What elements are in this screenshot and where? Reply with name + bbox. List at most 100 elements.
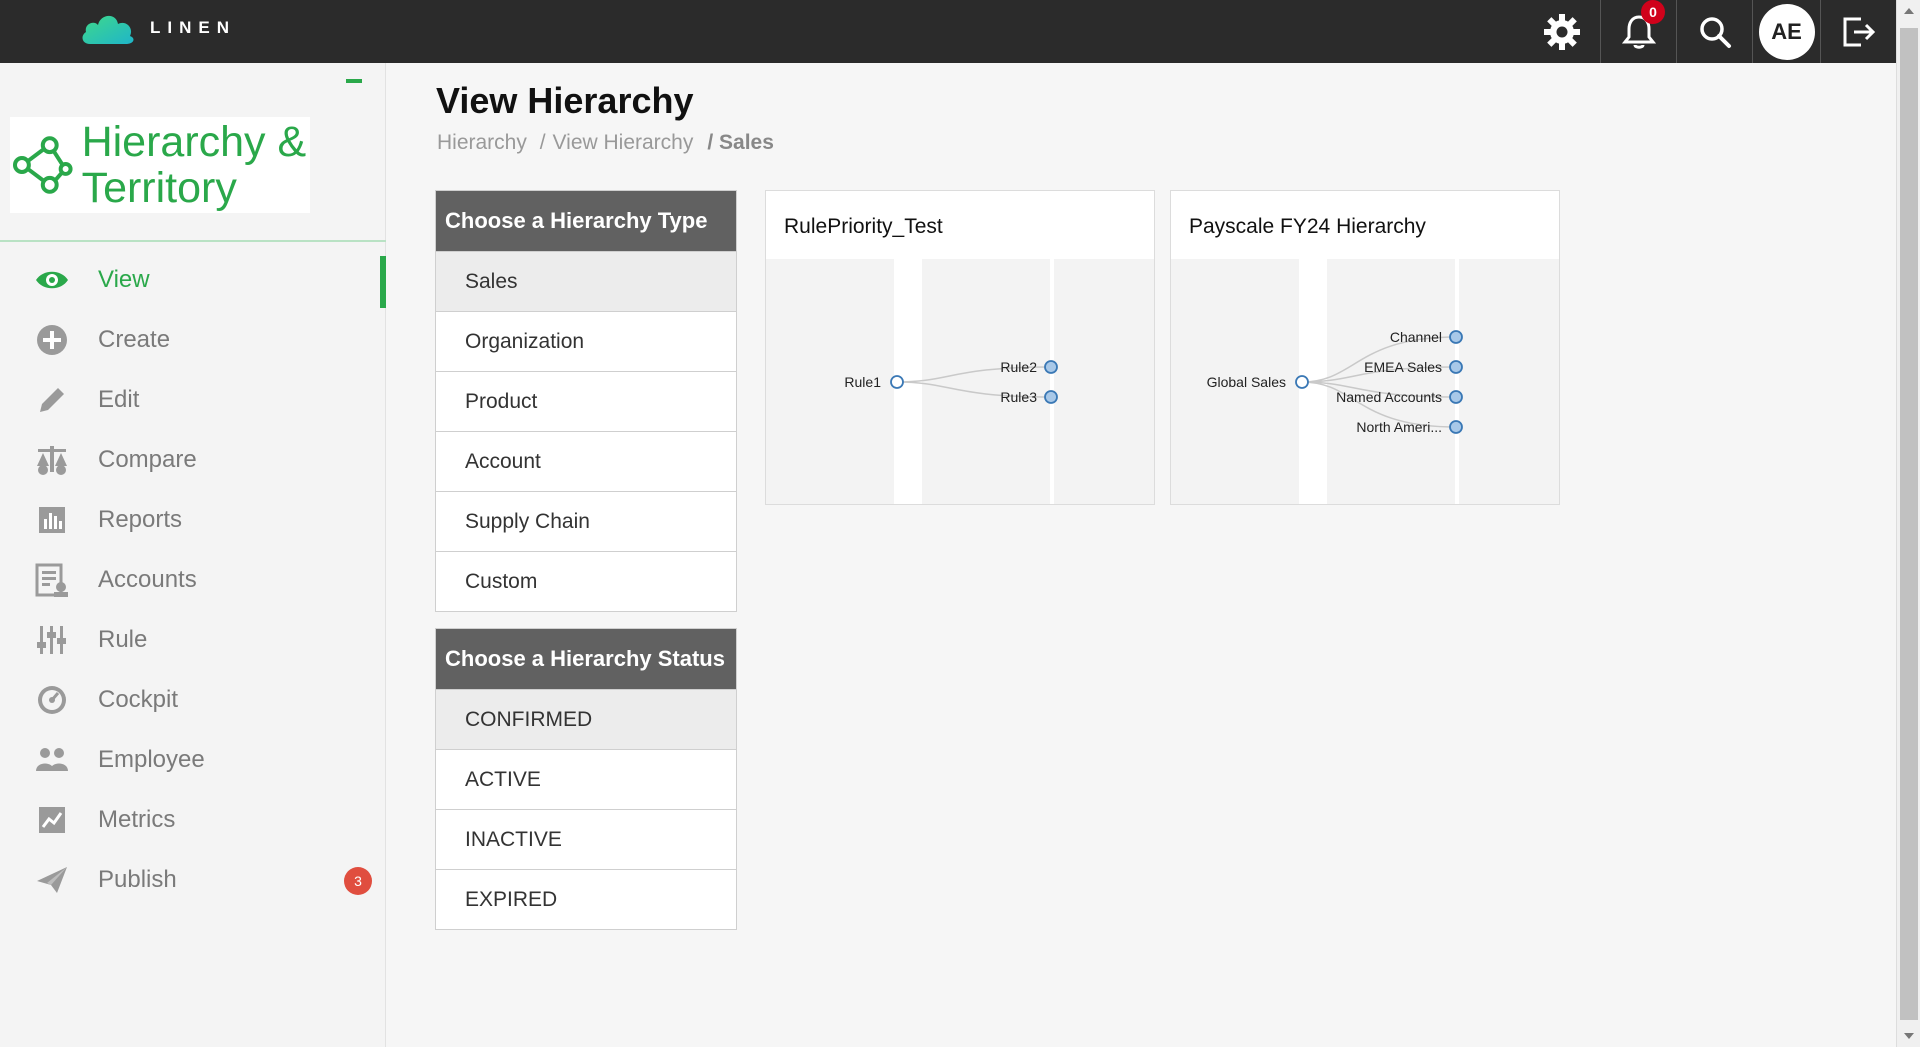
sidebar-item-label: Metrics bbox=[98, 806, 176, 833]
type-option-organization[interactable]: Organization bbox=[436, 311, 736, 371]
type-option-supply-chain[interactable]: Supply Chain bbox=[436, 491, 736, 551]
notification-count-badge: 0 bbox=[1641, 0, 1665, 24]
sidebar-nav: View Create Edit Compare Reports Account… bbox=[0, 250, 386, 910]
sidebar-item-label: Compare bbox=[98, 446, 197, 473]
logout-button[interactable] bbox=[1820, 0, 1896, 63]
gear-icon bbox=[1544, 13, 1580, 50]
app-logo[interactable]: LINEN bbox=[80, 10, 236, 46]
avatar: AE bbox=[1758, 3, 1815, 60]
sidebar-item-edit[interactable]: Edit bbox=[0, 370, 386, 430]
hierarchy-status-header: Choose a Hierarchy Status bbox=[436, 629, 736, 689]
tree-diagram: Global Sales Channel EMEA Sales Named Ac… bbox=[1207, 259, 1463, 504]
sidebar-item-metrics[interactable]: Metrics bbox=[0, 790, 386, 850]
pencil-icon bbox=[34, 382, 70, 418]
gauge-icon bbox=[34, 682, 70, 718]
hierarchy-status-panel: Choose a Hierarchy Status CONFIRMED ACTI… bbox=[435, 628, 737, 930]
tree-diagram: Rule1 Rule2 Rule3 bbox=[844, 259, 1058, 504]
sidebar-collapse-button[interactable] bbox=[346, 79, 362, 83]
sidebar-item-rule[interactable]: Rule bbox=[0, 610, 386, 670]
people-icon bbox=[34, 742, 70, 778]
sidebar-item-employee[interactable]: Employee bbox=[0, 730, 386, 790]
sidebar-item-view[interactable]: View bbox=[0, 250, 386, 310]
sidebar-item-label: Rule bbox=[98, 626, 148, 653]
search-button[interactable] bbox=[1676, 0, 1752, 63]
page-scrollbar[interactable] bbox=[1896, 0, 1920, 1047]
logout-icon bbox=[1843, 17, 1875, 46]
sidebar-item-accounts[interactable]: Accounts bbox=[0, 550, 386, 610]
breadcrumb-item-view-hierarchy[interactable]: View Hierarchy bbox=[553, 131, 701, 155]
paper-plane-icon bbox=[34, 862, 70, 898]
sidebar-item-reports[interactable]: Reports bbox=[0, 490, 386, 550]
type-option-custom[interactable]: Custom bbox=[436, 551, 736, 611]
tree-node-label: Rule3 bbox=[1000, 389, 1037, 405]
scales-icon bbox=[34, 442, 70, 478]
breadcrumb-item-hierarchy[interactable]: Hierarchy / bbox=[437, 131, 546, 155]
status-option-inactive[interactable]: INACTIVE bbox=[436, 809, 736, 869]
user-menu-button[interactable]: AE bbox=[1752, 0, 1820, 63]
tree-node-label: Named Accounts bbox=[1336, 389, 1442, 405]
sidebar-item-label: Edit bbox=[98, 386, 140, 413]
sidebar-item-label: Cockpit bbox=[98, 686, 179, 713]
scroll-down-arrow-icon[interactable] bbox=[1904, 1033, 1914, 1039]
tree-column-gap bbox=[1050, 259, 1054, 504]
eye-icon bbox=[34, 262, 70, 298]
sidebar-item-cockpit[interactable]: Cockpit bbox=[0, 670, 386, 730]
tree-leaf-node bbox=[1449, 420, 1463, 434]
hierarchy-type-panel: Choose a Hierarchy Type Sales Organizati… bbox=[435, 190, 737, 612]
search-icon bbox=[1699, 16, 1731, 48]
module-title: Hierarchy & Territory bbox=[81, 118, 307, 212]
tree-column-gap bbox=[1455, 259, 1459, 504]
tree-leaf-node bbox=[1449, 390, 1463, 404]
hierarchy-card[interactable]: Payscale FY24 Hierarchy Global Sales Cha… bbox=[1170, 190, 1560, 505]
plus-circle-icon bbox=[34, 322, 70, 358]
type-option-sales[interactable]: Sales bbox=[436, 251, 736, 311]
sidebar-item-label: Publish bbox=[98, 866, 177, 893]
sidebar-item-compare[interactable]: Compare bbox=[0, 430, 386, 490]
type-option-product[interactable]: Product bbox=[436, 371, 736, 431]
status-option-confirmed[interactable]: CONFIRMED bbox=[436, 689, 736, 749]
tree-leaf-node bbox=[1449, 360, 1463, 374]
tree-leaf-node bbox=[1044, 390, 1058, 404]
tree-root-node bbox=[1295, 375, 1309, 389]
sidebar-item-label: Accounts bbox=[98, 566, 197, 593]
logo-text: LINEN bbox=[150, 18, 236, 37]
top-bar: LINEN 0 AE bbox=[0, 0, 1896, 63]
sidebar-item-create[interactable]: Create bbox=[0, 310, 386, 370]
sidebar-divider bbox=[0, 240, 386, 242]
breadcrumb: Hierarchy / View Hierarchy / Sales bbox=[437, 131, 788, 155]
tree-leaf-node bbox=[1044, 360, 1058, 374]
tree-node-label: Channel bbox=[1390, 329, 1442, 345]
hierarchy-card-title: RulePriority_Test bbox=[784, 215, 943, 238]
tree-node-label: Rule2 bbox=[1000, 359, 1037, 375]
cloud-logo-icon bbox=[82, 15, 134, 44]
accounts-list-icon bbox=[34, 562, 70, 598]
settings-button[interactable] bbox=[1524, 0, 1600, 63]
hierarchy-type-header: Choose a Hierarchy Type bbox=[436, 191, 736, 251]
tree-node-label: North Ameri... bbox=[1356, 419, 1442, 435]
type-option-account[interactable]: Account bbox=[436, 431, 736, 491]
tree-node-label: Global Sales bbox=[1207, 374, 1286, 390]
sidebar-item-label: Employee bbox=[98, 746, 205, 773]
scroll-thumb[interactable] bbox=[1900, 28, 1918, 1020]
breadcrumb-item-current: / Sales bbox=[707, 131, 774, 154]
hierarchy-tree-preview: Rule1 Rule2 Rule3 bbox=[766, 259, 1154, 504]
tree-root-node bbox=[890, 375, 904, 389]
sidebar: Hierarchy & Territory View Create Edit C… bbox=[0, 63, 386, 1047]
bar-chart-icon bbox=[34, 502, 70, 538]
sidebar-item-label: Reports bbox=[98, 506, 183, 533]
sliders-icon bbox=[34, 622, 70, 658]
sidebar-item-label: View bbox=[98, 266, 150, 293]
module-header: Hierarchy & Territory bbox=[10, 117, 310, 213]
line-chart-icon bbox=[34, 802, 70, 838]
page-title: View Hierarchy bbox=[436, 80, 694, 121]
tree-node-label: Rule1 bbox=[844, 374, 881, 390]
scroll-up-arrow-icon[interactable] bbox=[1904, 8, 1914, 14]
notifications-button[interactable]: 0 bbox=[1600, 0, 1676, 63]
sidebar-item-publish[interactable]: Publish 3 bbox=[0, 850, 386, 910]
status-option-expired[interactable]: EXPIRED bbox=[436, 869, 736, 929]
hierarchy-share-icon bbox=[12, 136, 73, 194]
hierarchy-card[interactable]: RulePriority_Test Rule1 Rule2 Rule3 bbox=[765, 190, 1155, 505]
tree-node-label: EMEA Sales bbox=[1364, 359, 1442, 375]
hierarchy-card-title: Payscale FY24 Hierarchy bbox=[1189, 215, 1426, 238]
status-option-active[interactable]: ACTIVE bbox=[436, 749, 736, 809]
